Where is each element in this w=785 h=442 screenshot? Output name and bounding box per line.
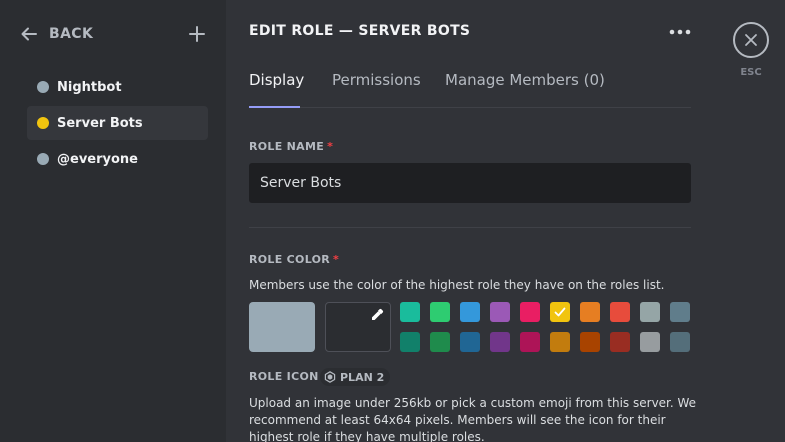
check-icon [554,307,566,317]
role-color-dot [37,117,49,129]
default-color-swatch[interactable] [249,302,315,352]
color-swatch-dark-gold[interactable] [550,332,570,352]
color-swatch-teal[interactable] [400,302,420,322]
color-swatch-blue-grey[interactable] [670,302,690,322]
tab-bar: Display Permissions Manage Members (0) [249,62,691,108]
role-color-dot [37,81,49,93]
active-tab-indicator [249,106,300,108]
back-button[interactable]: BACK [49,26,93,42]
color-swatch-dark-red[interactable] [610,332,630,352]
role-color-label: ROLE COLOR * [249,253,339,266]
plan-badge-label: PLAN 2 [340,370,385,384]
color-swatch-purple[interactable] [490,302,510,322]
color-swatch-green[interactable] [430,302,450,322]
page-title: EDIT ROLE — SERVER BOTS [249,23,471,39]
color-swatch-dark-teal[interactable] [400,332,420,352]
color-swatch-dark-blue[interactable] [460,332,480,352]
required-mark: * [327,140,334,153]
sidebar-role-label: Nightbot [57,79,122,95]
arrow-left-icon[interactable] [20,25,38,43]
color-swatch-grey[interactable] [640,332,660,352]
section-divider [249,227,691,228]
role-icon-helper-line: recommend at least 64x64 pixels. Members… [249,413,666,427]
role-icon-helper-line: highest role if they have multiple roles… [249,430,485,442]
sidebar-role-nightbot[interactable]: Nightbot [27,70,208,104]
color-swatch-blue[interactable] [460,302,480,322]
custom-color-swatch[interactable] [325,302,391,352]
more-options-icon[interactable] [667,22,693,42]
tab-manage-members[interactable]: Manage Members (0) [445,71,605,89]
plus-icon[interactable] [188,25,206,43]
role-icon-helper-line: Upload an image under 256kb or pick a cu… [249,396,697,410]
color-swatch-orange[interactable] [580,302,600,322]
color-swatch-grid [400,302,692,354]
role-name-label: ROLE NAME * [249,140,333,153]
role-name-input[interactable] [249,163,691,203]
color-swatch-dark-green[interactable] [430,332,450,352]
sidebar-role-label: Server Bots [57,115,143,131]
roles-sidebar: BACK Nightbot Server Bots @everyone [0,0,226,442]
role-icon-label: ROLE ICON [249,370,319,383]
back-row: BACK [20,22,208,46]
color-swatch-dark-purple[interactable] [490,332,510,352]
color-swatch-red[interactable] [610,302,630,322]
color-swatch-yellow[interactable] [550,302,570,322]
required-mark: * [333,253,340,266]
boost-gem-icon [324,371,336,383]
role-name-label-text: ROLE NAME [249,140,325,153]
close-button[interactable] [733,22,769,58]
role-color-dot [37,153,49,165]
color-swatch-dark-blue-grey[interactable] [670,332,690,352]
edit-role-panel: EDIT ROLE — SERVER BOTS Display Permissi… [226,0,785,442]
color-swatch-dark-orange[interactable] [580,332,600,352]
tab-display[interactable]: Display [249,71,304,89]
role-color-label-text: ROLE COLOR [249,253,331,266]
plan-badge: PLAN 2 [320,368,391,386]
sidebar-role-server-bots[interactable]: Server Bots [27,106,208,140]
color-swatch-light-grey[interactable] [640,302,660,322]
color-swatch-dark-pink[interactable] [520,332,540,352]
sidebar-role-label: @everyone [57,151,138,167]
sidebar-role-everyone[interactable]: @everyone [27,142,208,176]
close-icon [745,34,757,46]
color-swatch-pink[interactable] [520,302,540,322]
tab-permissions[interactable]: Permissions [332,71,421,89]
role-color-helper: Members use the color of the highest rol… [249,278,665,292]
eyedropper-icon [372,308,384,320]
esc-label: ESC [740,67,762,78]
